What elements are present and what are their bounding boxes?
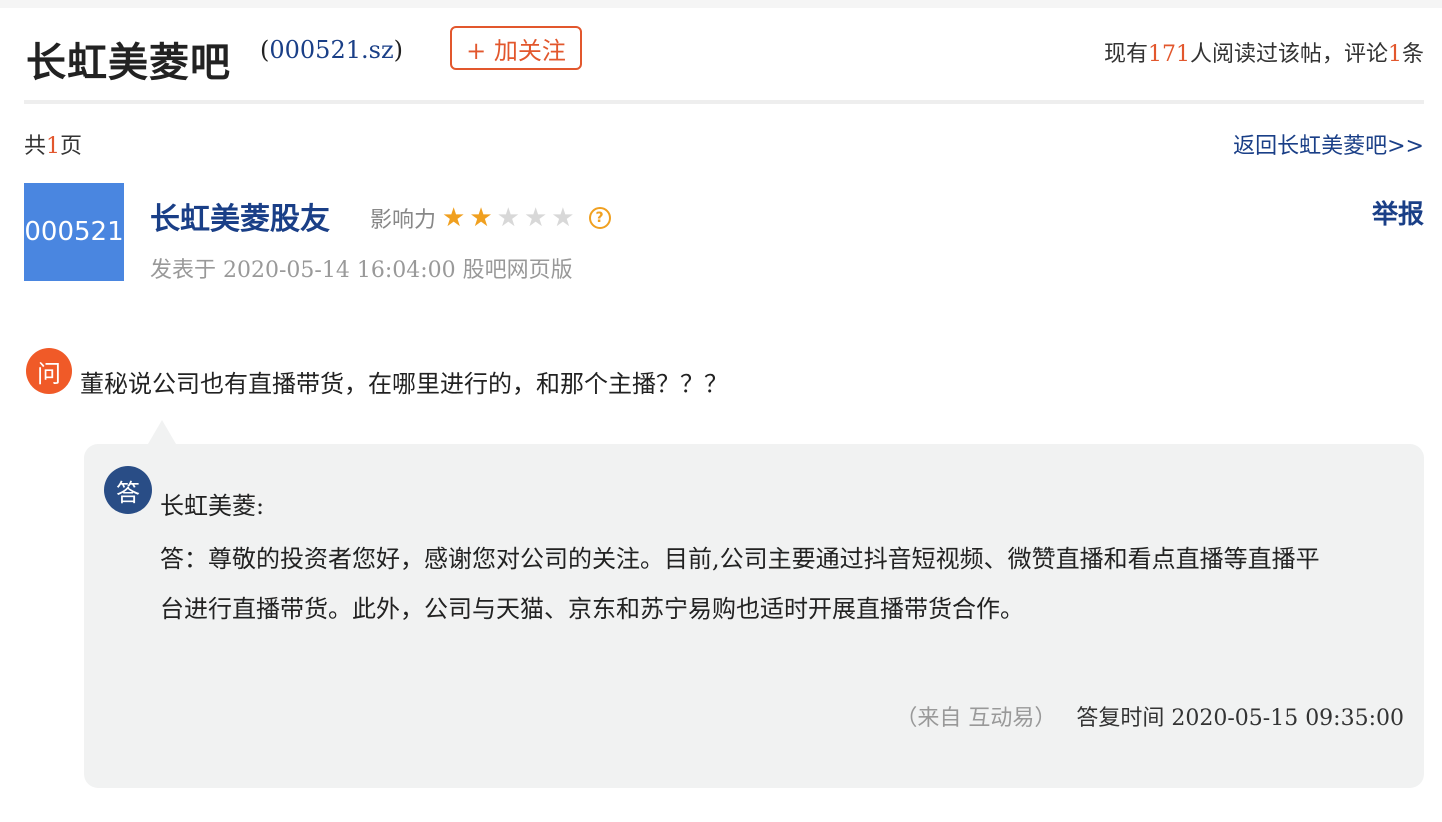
answer-icon: 答 bbox=[104, 466, 152, 514]
page-count-number: 1 bbox=[46, 134, 61, 159]
post-page: 长虹美菱吧 (000521.sz) + 加关注 现有171人阅读过该帖，评论1条… bbox=[0, 8, 1442, 822]
question-text: 董秘说公司也有直播带货，在哪里进行的，和那个主播？？？ bbox=[80, 370, 728, 398]
help-icon[interactable]: ? bbox=[588, 207, 611, 229]
influence-label: 影响力 bbox=[370, 208, 437, 233]
report-button[interactable]: 举报 bbox=[1372, 194, 1424, 231]
bar-header: 长虹美菱吧 (000521.sz) + 加关注 现有171人阅读过该帖，评论1条 bbox=[24, 8, 1424, 104]
stock-code[interactable]: (000521.sz) bbox=[260, 36, 403, 64]
answer-text: 答：尊敬的投资者您好，感谢您对公司的关注。目前,公司主要通过抖音短视频、微赞直播… bbox=[160, 545, 1320, 623]
read-stats: 现有171人阅读过该帖，评论1条 bbox=[1104, 36, 1424, 68]
read-prefix: 现有 bbox=[1103, 42, 1148, 67]
bar-title[interactable]: 长虹美菱吧 bbox=[26, 30, 231, 88]
answer-box-arrow bbox=[148, 420, 176, 444]
star-icon: ★ bbox=[523, 203, 548, 233]
star-icon: ★ bbox=[496, 203, 520, 233]
author-name[interactable]: 长虹美菱股友 bbox=[150, 194, 330, 238]
influence-rating: 影响力 ★ ★ ★ ★ ★ ? bbox=[370, 202, 611, 234]
answer-footer: （来自 互动易） 答复时间 2020-05-15 09:35:00 bbox=[895, 700, 1404, 732]
question-icon: 问 bbox=[26, 348, 72, 394]
read-count: 171 bbox=[1147, 42, 1190, 67]
star-icon: ★ bbox=[469, 203, 493, 233]
post-meta: 发表于 2020-05-14 16:04:00 股吧网页版 bbox=[150, 258, 573, 283]
answer-reply-time: 答复时间 2020-05-15 09:35:00 bbox=[1076, 706, 1404, 731]
stock-code-open: ( bbox=[260, 36, 270, 64]
page-count-prefix: 共 bbox=[24, 134, 47, 159]
read-suffix: 条 bbox=[1401, 42, 1424, 67]
page-count-suffix: 页 bbox=[60, 134, 83, 159]
comment-count: 1 bbox=[1387, 42, 1402, 67]
stock-code-value: 000521.sz bbox=[269, 36, 394, 64]
star-icon: ★ bbox=[442, 203, 466, 233]
avatar-text: 000521 bbox=[24, 217, 124, 247]
avatar[interactable]: 000521 bbox=[24, 183, 124, 281]
answer-company: 长虹美菱: bbox=[160, 492, 265, 520]
influence-stars: ★ ★ ★ ★ ★ bbox=[442, 205, 579, 231]
stock-code-close: ) bbox=[393, 36, 403, 64]
answer-box: 答 长虹美菱: 答：尊敬的投资者您好，感谢您对公司的关注。目前,公司主要通过抖音… bbox=[84, 420, 1424, 788]
answer-source: （来自 互动易） bbox=[895, 706, 1057, 731]
back-to-bar-link[interactable]: 返回长虹美菱吧>> bbox=[1233, 128, 1424, 160]
follow-button[interactable]: + 加关注 bbox=[450, 26, 582, 70]
star-icon: ★ bbox=[551, 203, 575, 233]
read-middle: 人阅读过该帖，评论 bbox=[1189, 42, 1388, 67]
page-count: 共1页 bbox=[24, 128, 82, 160]
